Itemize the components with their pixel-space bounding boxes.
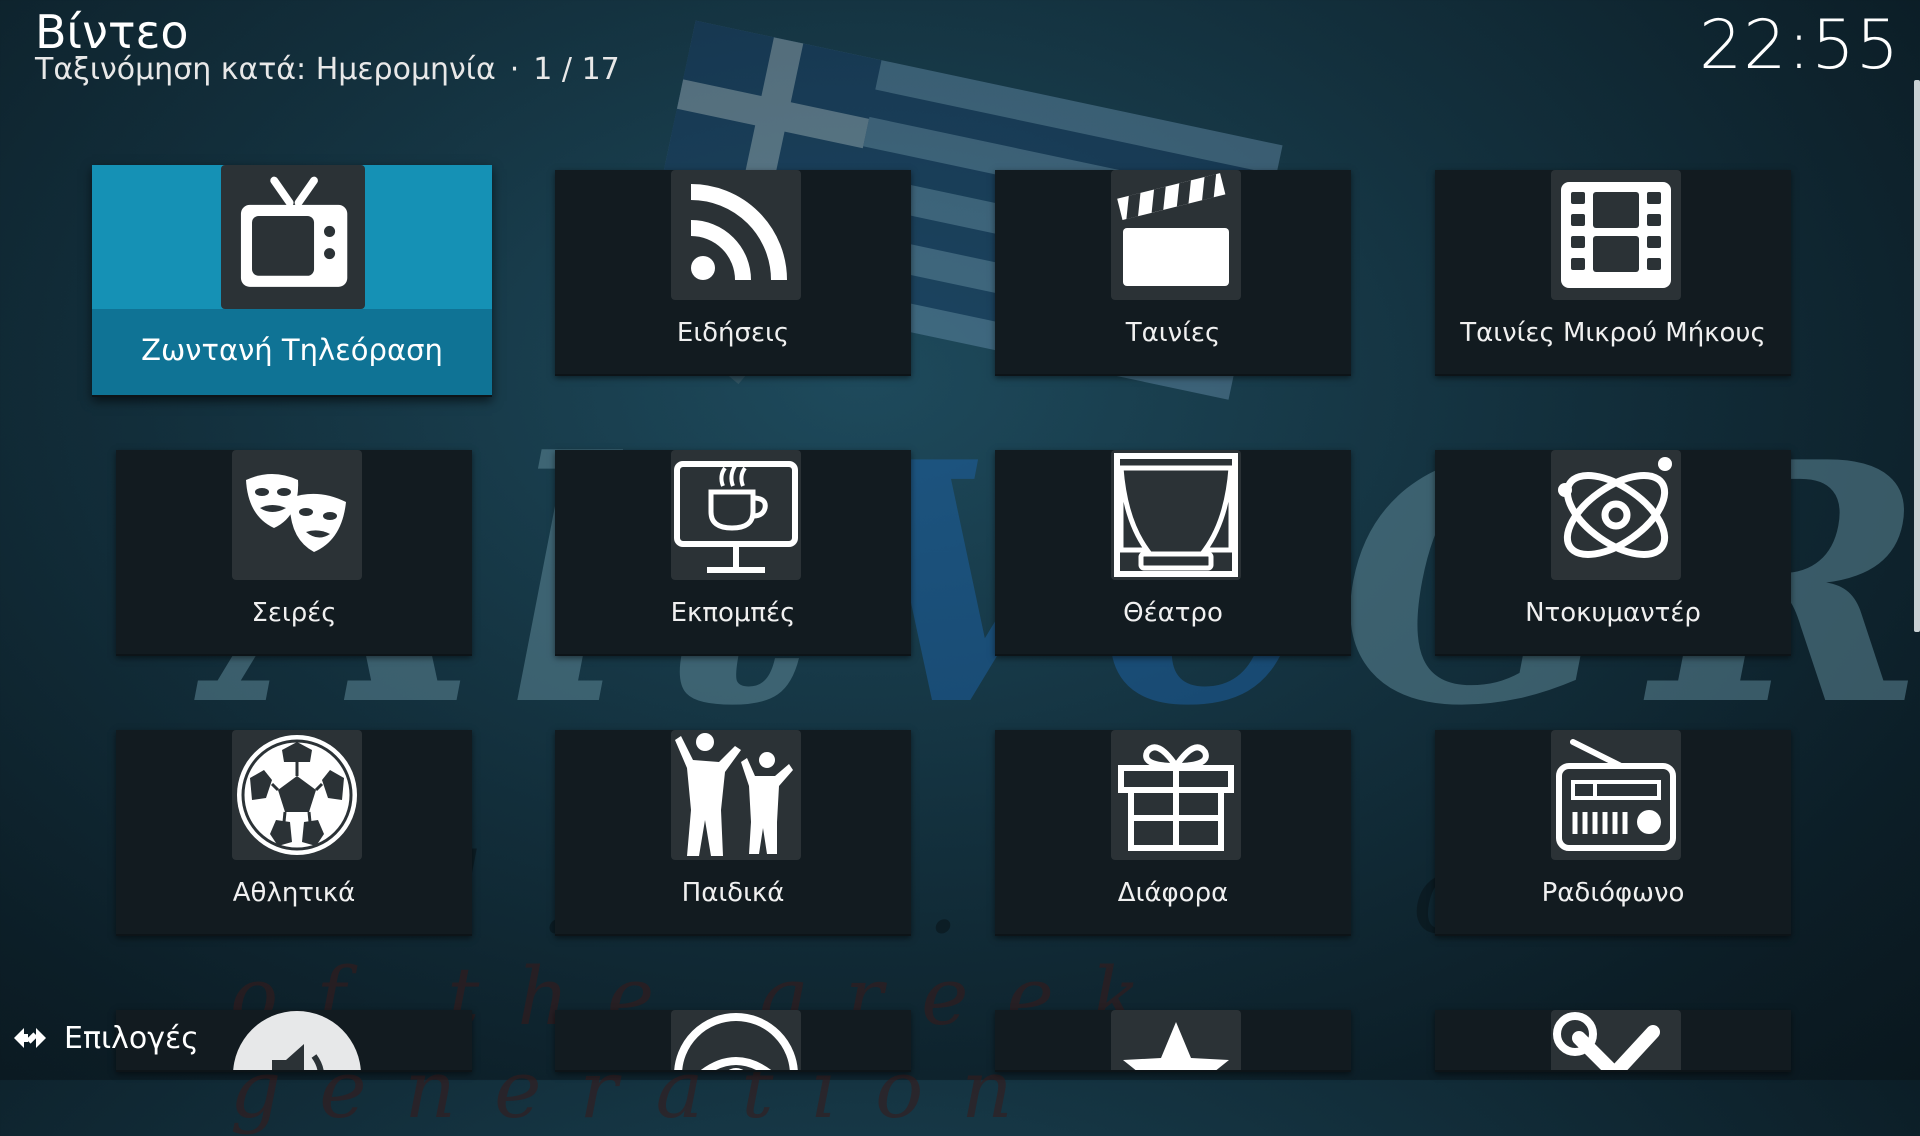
clapperboard-icon — [1111, 170, 1241, 300]
atom-icon — [1551, 450, 1681, 580]
speaker-icon — [232, 1010, 362, 1070]
tools-icon — [1551, 1010, 1681, 1070]
monitor-coffee-icon — [671, 450, 801, 580]
soccer-ball-icon — [232, 730, 362, 860]
tile-documentary[interactable]: Ντοκυμαντέρ — [1435, 450, 1791, 656]
tile-misc[interactable]: Διάφορα — [995, 730, 1351, 936]
tile-label: Σειρές — [251, 598, 337, 628]
tile-label: Θέατρο — [1123, 598, 1223, 628]
tv-icon — [221, 165, 365, 309]
tile-label: Ντοκυμαντέρ — [1525, 598, 1701, 628]
separator: · — [509, 52, 520, 87]
options-button[interactable]: Επιλογές — [12, 1020, 199, 1056]
clock: 22:55 — [1699, 6, 1900, 85]
eye-icon — [671, 1010, 801, 1070]
tile-partial-4[interactable] — [1435, 1010, 1791, 1072]
scrollbar[interactable] — [1914, 80, 1920, 632]
tile-live-tv[interactable]: Ζωντανή Τηλεόραση — [92, 165, 492, 397]
tile-label: Ταινίες — [1125, 318, 1221, 348]
tile-label: Αθλητικά — [232, 878, 356, 908]
film-strip-icon — [1551, 170, 1681, 300]
tile-radio[interactable]: Ραδιόφωνο — [1435, 730, 1791, 936]
theater-masks-icon — [232, 450, 362, 580]
stage-curtains-icon — [1111, 450, 1241, 580]
tile-series[interactable]: Σειρές — [116, 450, 472, 656]
star-icon — [1111, 1010, 1241, 1070]
tile-label: Παιδικά — [681, 878, 785, 908]
page-title: Βίντεο — [35, 5, 189, 59]
sort-label[interactable]: Ταξινόμηση κατά: Ημερομηνία — [35, 52, 496, 87]
tile-partial-2[interactable] — [555, 1010, 911, 1072]
options-label: Επιλογές — [64, 1020, 199, 1056]
tile-news[interactable]: Ειδήσεις — [555, 170, 911, 376]
radio-icon — [1551, 730, 1681, 860]
tile-movies[interactable]: Ταινίες — [995, 170, 1351, 376]
tile-theater[interactable]: Θέατρο — [995, 450, 1351, 656]
tile-short-films[interactable]: Ταινίες Μικρού Μήκους — [1435, 170, 1791, 376]
options-arrows-icon — [14, 1028, 46, 1048]
sort-info: Ταξινόμηση κατά: Ημερομηνία · 1 / 17 — [35, 52, 620, 87]
kids-icon — [671, 730, 801, 860]
gift-icon — [1111, 730, 1241, 860]
tile-shows[interactable]: Εκπομπές — [555, 450, 911, 656]
tile-partial-3[interactable] — [995, 1010, 1351, 1072]
tile-label: Ραδιόφωνο — [1541, 878, 1685, 908]
rss-icon — [671, 170, 801, 300]
tile-kids[interactable]: Παιδικά — [555, 730, 911, 936]
page-info: 1 / 17 — [533, 52, 620, 87]
tile-label: Διάφορα — [1117, 878, 1229, 908]
tile-label: Ταινίες Μικρού Μήκους — [1460, 318, 1766, 348]
tile-sports[interactable]: Αθλητικά — [116, 730, 472, 936]
tile-label: Ειδήσεις — [676, 318, 790, 348]
tile-label: Εκπομπές — [670, 598, 796, 628]
tile-label: Ζωντανή Τηλεόραση — [141, 333, 443, 367]
